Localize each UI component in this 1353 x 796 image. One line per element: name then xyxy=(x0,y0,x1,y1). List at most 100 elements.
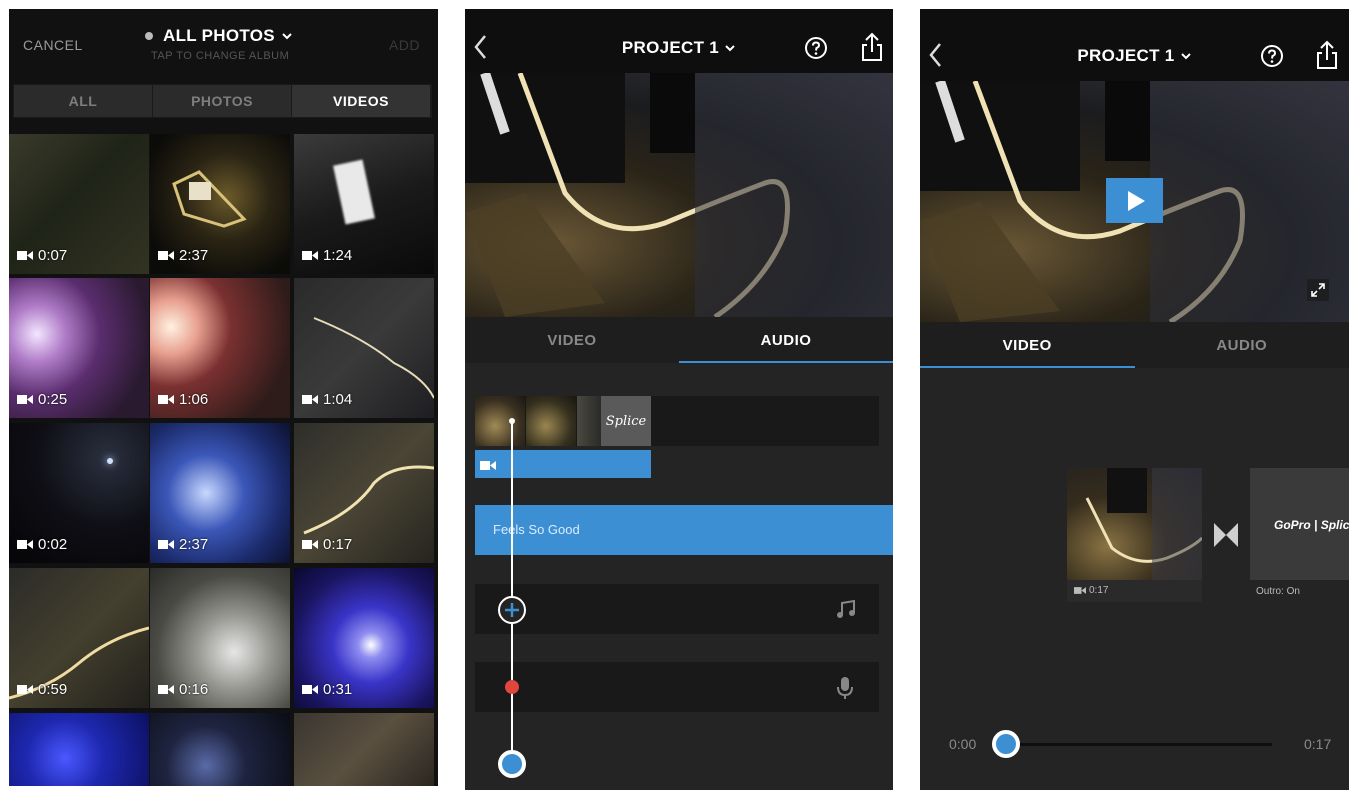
share-icon[interactable] xyxy=(1316,40,1338,70)
timeline-clip[interactable] xyxy=(1067,468,1202,580)
record-voiceover-button[interactable] xyxy=(505,680,519,694)
album-title: ALL PHOTOS xyxy=(163,26,275,45)
playhead-handle[interactable] xyxy=(498,750,526,778)
video-thumbnail[interactable]: 1:06 xyxy=(150,278,290,418)
media-picker-screen: CANCEL ALL PHOTOS TAP TO CHANGE ALBUM AD… xyxy=(9,9,438,786)
app-header: PROJECT 1 xyxy=(465,9,893,73)
share-icon[interactable] xyxy=(861,32,883,62)
cancel-button[interactable]: CANCEL xyxy=(23,37,83,53)
video-camera-icon xyxy=(302,685,318,694)
help-icon[interactable] xyxy=(1260,44,1284,68)
duration-label: 0:59 xyxy=(17,681,67,698)
time-end: 0:17 xyxy=(1304,736,1332,752)
duration-label: 1:24 xyxy=(302,247,352,264)
scrubber-track[interactable] xyxy=(1016,743,1272,746)
time-start: 0:00 xyxy=(949,736,977,752)
editor-tabs: VIDEO AUDIO xyxy=(920,322,1349,368)
video-camera-icon xyxy=(158,540,174,549)
video-thumbnail[interactable]: 0:31 xyxy=(294,568,434,708)
duration-label: 2:37 xyxy=(158,536,208,553)
video-thumbnail[interactable]: 0:07 xyxy=(9,134,149,274)
play-button[interactable] xyxy=(1106,178,1163,223)
tab-audio[interactable]: AUDIO xyxy=(679,317,893,363)
video-audio-bar[interactable] xyxy=(475,450,651,478)
music-add-track[interactable] xyxy=(475,584,879,634)
clip-thumbnail[interactable] xyxy=(475,396,525,446)
picker-header: CANCEL ALL PHOTOS TAP TO CHANGE ALBUM AD… xyxy=(9,9,438,69)
video-camera-icon xyxy=(158,685,174,694)
album-dot-icon xyxy=(145,32,153,40)
duration-label: 0:25 xyxy=(17,391,67,408)
chevron-down-icon xyxy=(725,45,735,52)
clip-info-bar: 0:17 xyxy=(1067,580,1202,602)
editor-tabs: VIDEO AUDIO xyxy=(465,317,893,363)
splice-logo-text: Splice xyxy=(605,413,647,429)
editor-video-screen: PROJECT 1 VIDEO AUDIO 0:17 GoPro | Splic… xyxy=(920,9,1349,790)
segment-all[interactable]: ALL xyxy=(14,85,153,117)
playhead-top-dot xyxy=(509,418,515,424)
video-camera-icon xyxy=(302,395,318,404)
video-thumbnail[interactable] xyxy=(294,713,434,786)
playhead-line[interactable] xyxy=(511,422,513,764)
video-preview[interactable] xyxy=(465,73,893,317)
add-button[interactable]: ADD xyxy=(389,37,420,53)
outro-clip[interactable]: GoPro | Splice xyxy=(1250,468,1349,580)
tab-video[interactable]: VIDEO xyxy=(465,317,679,363)
microphone-icon xyxy=(837,677,853,699)
video-camera-icon xyxy=(17,251,33,260)
help-icon[interactable] xyxy=(804,36,828,60)
app-header: PROJECT 1 xyxy=(920,9,1349,81)
duration-label: 1:04 xyxy=(302,391,352,408)
video-thumbnail[interactable]: 0:25 xyxy=(9,278,149,418)
song-title: Feels So Good xyxy=(493,522,580,537)
duration-label: 1:06 xyxy=(158,391,208,408)
segment-photos[interactable]: PHOTOS xyxy=(153,85,292,117)
scrubber-handle[interactable] xyxy=(992,730,1020,758)
transition-icon[interactable] xyxy=(1213,522,1239,548)
video-thumbnail[interactable]: 2:37 xyxy=(150,423,290,563)
duration-label: 0:07 xyxy=(17,247,67,264)
video-thumbnail[interactable]: 0:59 xyxy=(9,568,149,708)
album-subtitle: TAP TO CHANGE ALBUM xyxy=(151,50,290,62)
voiceover-track[interactable] xyxy=(475,662,879,712)
project-title-selector[interactable]: PROJECT 1 xyxy=(920,46,1349,66)
chevron-down-icon xyxy=(1180,53,1191,60)
video-camera-icon xyxy=(1074,587,1086,594)
stage-shape xyxy=(172,170,247,228)
video-thumbnail[interactable]: 0:17 xyxy=(294,423,434,563)
add-music-plus-icon[interactable] xyxy=(497,595,527,625)
tab-audio[interactable]: AUDIO xyxy=(1135,322,1350,368)
duration-label: 2:37 xyxy=(158,247,208,264)
video-camera-icon xyxy=(17,540,33,549)
clip-duration: 0:17 xyxy=(1089,585,1109,596)
video-camera-icon xyxy=(158,251,174,260)
light-spot xyxy=(107,458,113,464)
video-preview[interactable] xyxy=(920,81,1349,322)
video-thumbnail[interactable] xyxy=(9,713,149,786)
clip-thumbnail[interactable] xyxy=(526,396,576,446)
video-thumbnail[interactable] xyxy=(150,713,290,786)
outro-thumbnail[interactable]: Splice xyxy=(601,396,651,446)
chevron-down-icon xyxy=(282,33,292,40)
video-thumbnail[interactable]: 2:37 xyxy=(150,134,290,274)
video-thumbnail[interactable]: 1:04 xyxy=(294,278,434,418)
tab-video[interactable]: VIDEO xyxy=(920,322,1135,368)
clip-art xyxy=(1085,468,1202,580)
video-camera-icon xyxy=(17,685,33,694)
segment-videos[interactable]: VIDEOS xyxy=(292,85,431,117)
duration-label: 0:02 xyxy=(17,536,67,553)
video-thumbnail[interactable]: 0:16 xyxy=(150,568,290,708)
clip-thumbnail[interactable] xyxy=(577,396,601,446)
gopro-splice-logo: GoPro | Splice xyxy=(1274,518,1349,532)
album-selector[interactable]: ALL PHOTOS xyxy=(145,26,293,46)
video-camera-icon xyxy=(302,251,318,260)
screen-glow xyxy=(333,159,375,225)
fullscreen-icon[interactable] xyxy=(1307,279,1329,301)
concert-stage-art xyxy=(465,73,893,317)
play-icon xyxy=(1128,191,1145,211)
video-track: Splice xyxy=(475,396,879,446)
video-thumbnail[interactable]: 0:02 xyxy=(9,423,149,563)
music-track-bar[interactable]: Feels So Good xyxy=(475,505,893,555)
project-title-selector[interactable]: PROJECT 1 xyxy=(465,38,893,58)
video-thumbnail[interactable]: 1:24 xyxy=(294,134,434,274)
